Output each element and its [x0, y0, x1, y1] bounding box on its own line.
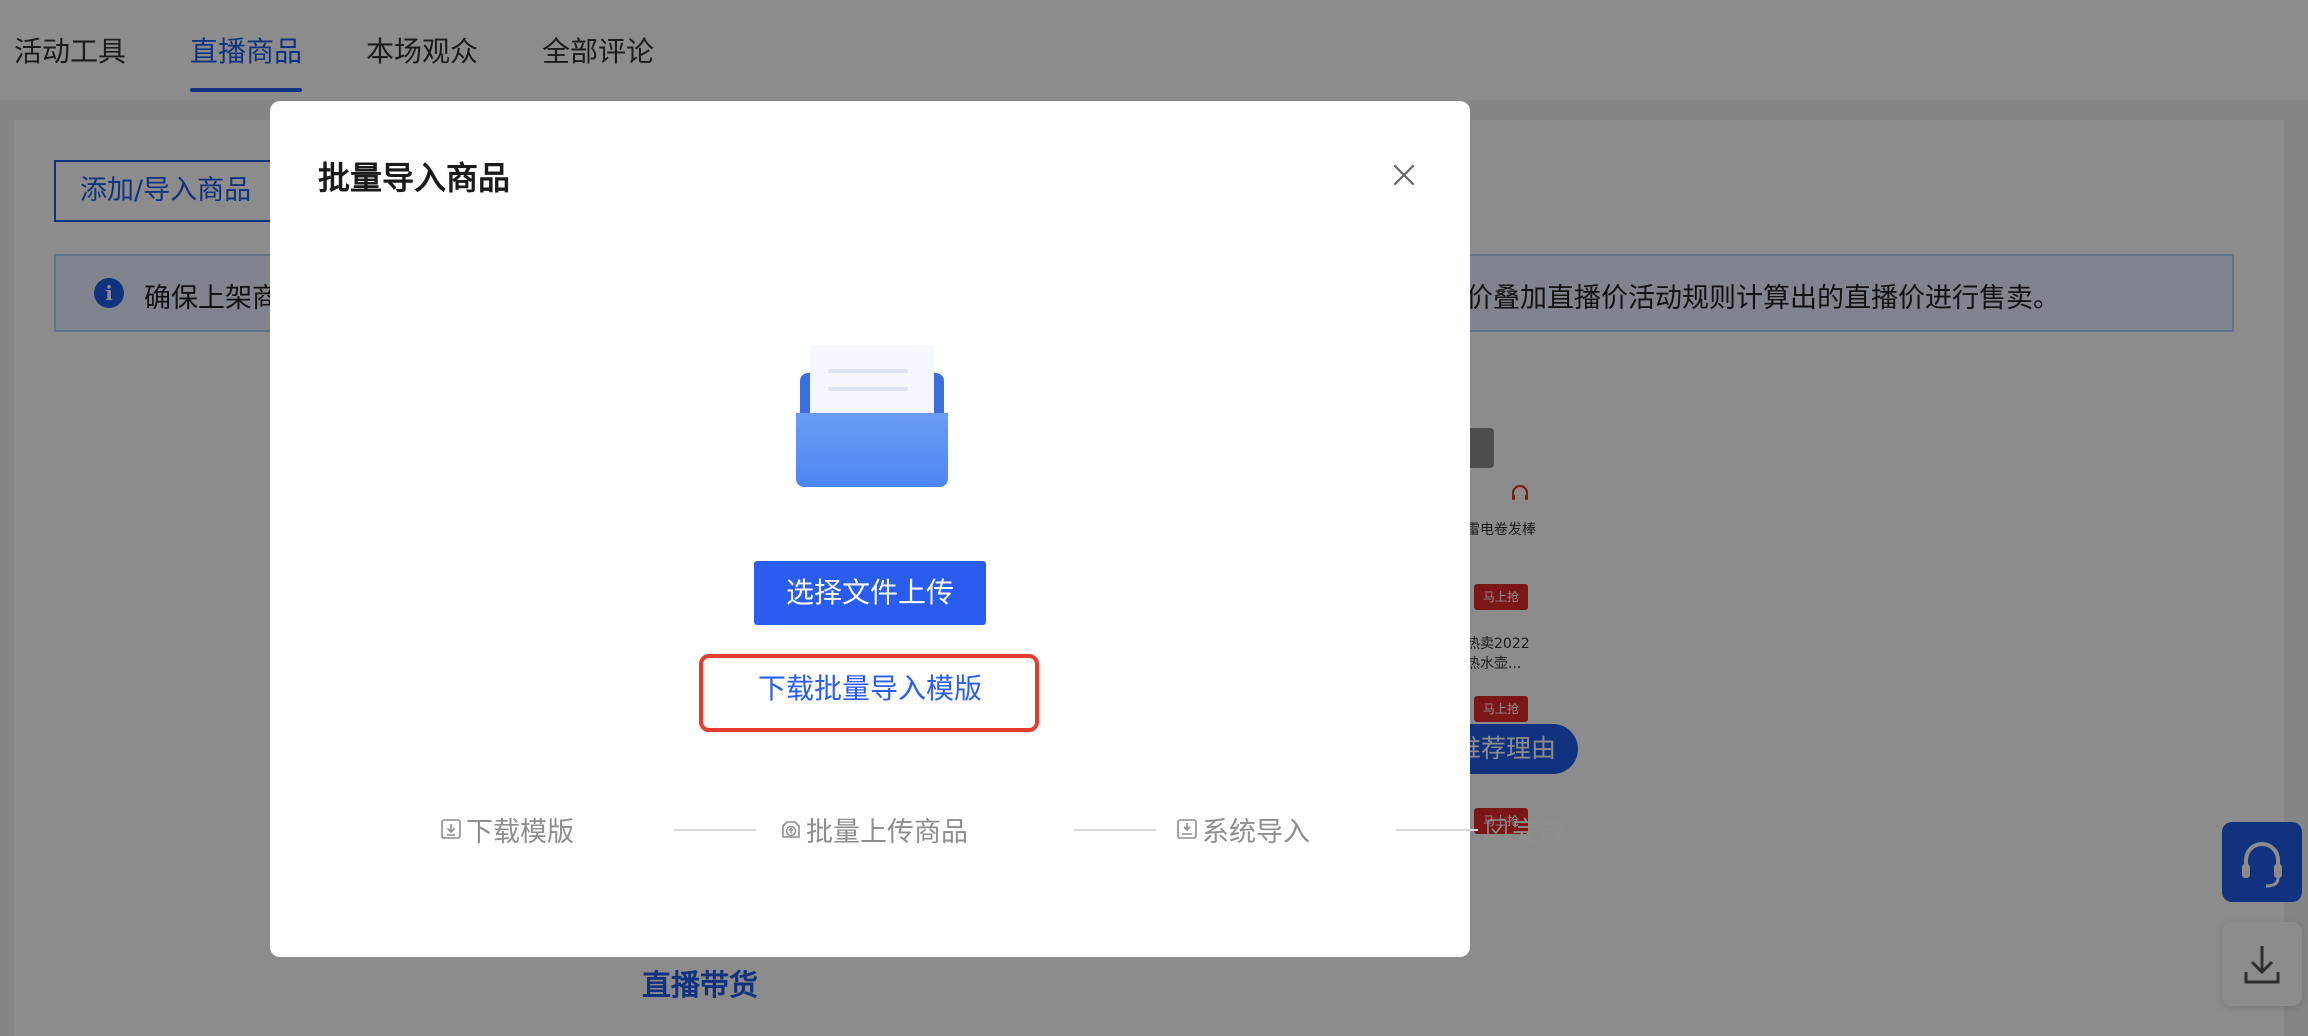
check-icon	[1487, 819, 1507, 839]
download-icon	[441, 819, 461, 839]
step-system-import: 系统导入	[1176, 809, 1310, 849]
import-icon	[1177, 819, 1197, 839]
step-connector	[1396, 829, 1478, 831]
dialog-title: 批量导入商品	[318, 159, 511, 197]
step-connector	[674, 829, 756, 831]
step-connector	[1074, 829, 1156, 831]
step-complete: 完成	[1486, 809, 1566, 849]
select-file-upload-button[interactable]: 选择文件上传	[754, 561, 986, 625]
step-download-template: 下载模版	[440, 809, 574, 849]
upload-icon	[782, 821, 800, 838]
batch-import-dialog: 批量导入商品 选择文件上传 下载批量导入模版 下载模版 批量上传商品 系统导入 …	[270, 101, 1566, 957]
close-icon[interactable]	[1386, 157, 1422, 193]
step-batch-upload: 批量上传商品	[780, 809, 968, 849]
download-template-link[interactable]: 下载批量导入模版	[754, 667, 986, 707]
folder-icon	[796, 345, 948, 487]
